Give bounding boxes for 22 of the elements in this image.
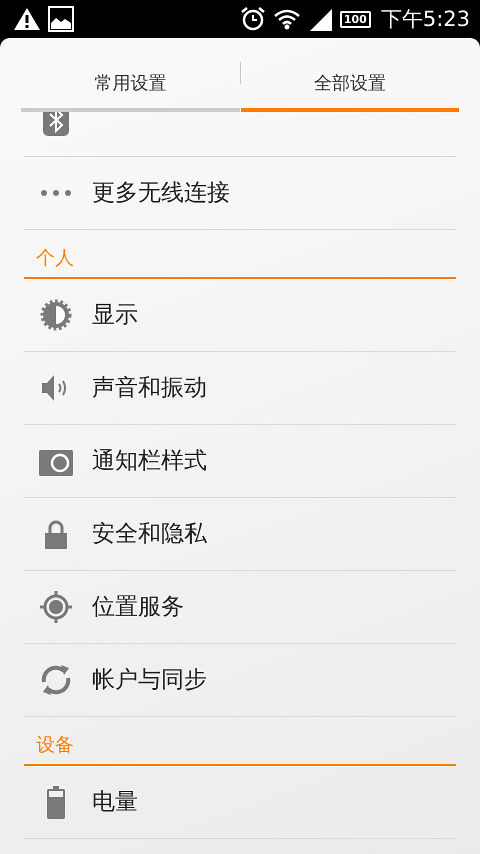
more-icon <box>41 190 71 196</box>
settings-item[interactable]: 更多无线连接 <box>24 157 456 230</box>
settings-item[interactable]: 显示 <box>24 279 456 352</box>
settings-item[interactable]: 位置服务 <box>24 571 456 644</box>
warning-icon <box>14 8 40 30</box>
alarm-icon <box>240 6 266 32</box>
section-header: 个人 <box>36 247 74 269</box>
settings-item[interactable]: 帐户与同步 <box>24 644 456 717</box>
brightness-icon <box>38 297 74 333</box>
settings-item[interactable]: 安全和隐私 <box>24 498 456 571</box>
tab[interactable]: 常用设置 <box>21 38 240 112</box>
signal-icon <box>308 7 332 31</box>
battery-indicator: 100 <box>340 10 371 28</box>
settings-item[interactable]: 电量 <box>24 766 456 839</box>
settings-item[interactable]: 通知栏样式 <box>24 425 456 498</box>
wifi-icon <box>274 8 300 30</box>
tab[interactable]: 全部设置 <box>240 38 459 112</box>
settings-item[interactable]: 声音和振动 <box>24 352 456 425</box>
clock: 下午5:23 <box>380 8 470 30</box>
location-icon <box>38 589 74 625</box>
section-header: 设备 <box>36 734 74 756</box>
image-icon <box>48 6 74 32</box>
